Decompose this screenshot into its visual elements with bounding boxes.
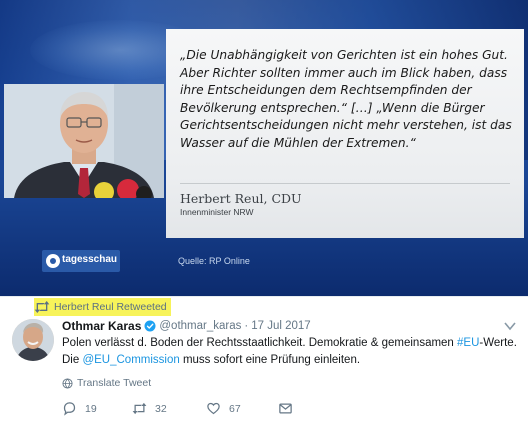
tv-screenshot: 1HD — [0, 0, 528, 296]
retweet-icon — [132, 402, 147, 415]
quote-panel: „Die Unabhängigkeit von Gerichten ist ei… — [166, 29, 524, 238]
quote-line: Gerichtsentscheidungen nicht mehr verste… — [180, 118, 512, 133]
speaker-photo — [4, 84, 164, 198]
hashtag-link[interactable]: #EU — [457, 337, 479, 349]
translate-tweet-link[interactable]: Translate Tweet — [62, 377, 151, 389]
speaker-role: Innenminister NRW — [180, 207, 254, 217]
quote-line: Aber Richter sollten immer auch im Blick… — [180, 65, 508, 80]
author-name[interactable]: Othmar Karas — [62, 319, 141, 333]
tweet-text-part: muss sofort eine Prüfung einleiten. — [179, 354, 361, 366]
tweet-text: Polen verlässt d. Boden der Rechtsstaatl… — [62, 335, 522, 369]
globe-icon — [62, 377, 73, 389]
quote-line: „Die Unabhängigkeit von Gerichten ist ei… — [180, 48, 508, 62]
retweet-context[interactable]: Herbert Reul Retweeted — [34, 298, 171, 316]
like-count: 67 — [229, 402, 241, 415]
tweet-actions: 19 32 67 — [62, 401, 302, 417]
tagesschau-logo: tagesschau — [42, 250, 120, 272]
translate-label: Translate Tweet — [77, 377, 152, 389]
caret-down-icon[interactable] — [504, 321, 516, 331]
tweet-header: Othmar Karas @othmar_karas · 17 Jul 2017 — [62, 319, 311, 333]
avatar[interactable] — [12, 319, 54, 361]
quote-text: „Die Unabhängigkeit von Gerichten ist ei… — [180, 47, 516, 153]
mention-link[interactable]: @EU_Commission — [82, 354, 179, 366]
reply-icon — [63, 402, 76, 416]
reply-count: 19 — [85, 402, 97, 415]
reply-button[interactable]: 19 — [62, 401, 97, 416]
show-name: tagesschau — [62, 254, 118, 265]
retweet-button[interactable]: 32 — [132, 401, 167, 416]
retweet-label: Herbert Reul Retweeted — [54, 301, 167, 313]
divider — [180, 183, 510, 184]
message-button[interactable] — [278, 401, 293, 416]
message-icon — [279, 403, 292, 414]
separator: · — [244, 320, 249, 332]
tagesschau-circle-icon — [46, 254, 60, 268]
tweet[interactable]: Herbert Reul Retweeted Othmar Karas @oth… — [0, 296, 528, 424]
tweet-text-part: Polen verlässt d. Boden der Rechtsstaatl… — [62, 337, 458, 349]
quote-line: ihre Entscheidungen dem Rechtsempfinden … — [180, 83, 472, 98]
speaker-name: Herbert Reul, CDU — [180, 191, 302, 206]
retweet-icon — [34, 301, 50, 313]
author-handle[interactable]: @othmar_karas — [159, 320, 241, 332]
like-button[interactable]: 67 — [206, 401, 241, 416]
retweet-count: 32 — [155, 402, 167, 415]
quote-line: Bevölkerung entsprechen.“ […] „Wenn die … — [180, 100, 485, 115]
verified-icon — [144, 320, 156, 332]
like-icon — [207, 402, 220, 415]
quote-line: Wasser auf die Mühlen der Extremen.“ — [180, 135, 416, 150]
source-caption: Quelle: RP Online — [178, 256, 250, 266]
tweet-date[interactable]: 17 Jul 2017 — [251, 320, 310, 332]
